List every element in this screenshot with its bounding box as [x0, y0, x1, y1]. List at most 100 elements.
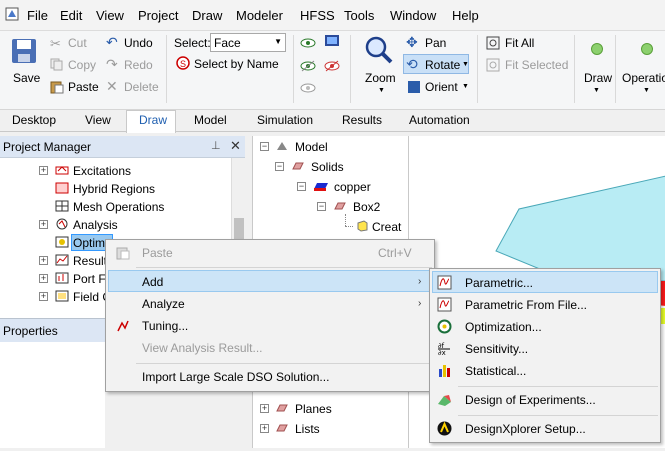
- menu-tools[interactable]: Tools: [344, 8, 374, 23]
- menu-item-paste[interactable]: Paste Ctrl+V: [108, 242, 432, 264]
- screen-icon[interactable]: [324, 34, 340, 50]
- menu-item-tuning[interactable]: Tuning...: [108, 315, 432, 337]
- eye-hide-icon[interactable]: [300, 59, 316, 73]
- rotate-button[interactable]: Rotate: [425, 58, 460, 72]
- expand-icon[interactable]: +: [39, 166, 48, 175]
- submenu-item-parametric-from-file-label: Parametric From File...: [465, 298, 588, 312]
- collapse-icon[interactable]: −: [260, 142, 269, 151]
- eye-show-icon[interactable]: [300, 36, 316, 50]
- tree-item-solids[interactable]: Solids: [311, 160, 344, 174]
- expand-icon[interactable]: +: [39, 256, 48, 265]
- tab-view[interactable]: View: [85, 113, 111, 127]
- pan-icon: ✥: [406, 34, 418, 50]
- menu-window[interactable]: Window: [390, 8, 436, 23]
- menu-item-view-analysis-result[interactable]: View Analysis Result...: [108, 337, 432, 359]
- tree-item-port-field[interactable]: Port Fi: [73, 272, 108, 286]
- zoom-icon[interactable]: [364, 35, 394, 65]
- menu-hfss[interactable]: HFSS: [300, 8, 335, 23]
- menu-modeler[interactable]: Modeler: [236, 8, 283, 23]
- fit-all-button[interactable]: Fit All: [505, 36, 534, 50]
- tree-item-analysis[interactable]: Analysis: [73, 218, 118, 232]
- pin-icon[interactable]: ⊥: [211, 139, 221, 152]
- collapse-icon[interactable]: −: [275, 162, 284, 171]
- collapse-icon[interactable]: −: [297, 182, 306, 191]
- ribbon-tabs: Desktop View Draw Model Simulation Resul…: [0, 110, 665, 133]
- redo-button[interactable]: Redo: [124, 58, 153, 72]
- tree-item-model[interactable]: Model: [295, 140, 328, 154]
- eye-hide-red-icon[interactable]: [324, 59, 340, 73]
- expand-icon[interactable]: +: [260, 424, 269, 433]
- copy-icon: [50, 58, 63, 71]
- save-icon[interactable]: [9, 36, 39, 66]
- collapse-icon[interactable]: −: [317, 202, 326, 211]
- menu-project[interactable]: Project: [138, 8, 178, 23]
- tree-item-box2[interactable]: Box2: [353, 200, 380, 214]
- menu-draw[interactable]: Draw: [192, 8, 222, 23]
- draw-icon[interactable]: [591, 43, 603, 55]
- tree-item-mesh-operations[interactable]: Mesh Operations: [73, 200, 164, 214]
- menu-item-import-dso[interactable]: Import Large Scale DSO Solution...: [108, 366, 432, 388]
- tab-desktop[interactable]: Desktop: [12, 113, 56, 127]
- tree-item-hybrid-regions[interactable]: Hybrid Regions: [73, 182, 155, 196]
- tree-item-excitations[interactable]: Excitations: [73, 164, 131, 178]
- tree-item-copper[interactable]: copper: [334, 180, 371, 194]
- paste-button[interactable]: Paste: [68, 80, 99, 94]
- eye-outline-icon[interactable]: [300, 81, 316, 95]
- tab-draw[interactable]: Draw: [139, 113, 167, 127]
- save-button[interactable]: Save: [13, 71, 40, 85]
- close-icon[interactable]: ✕: [230, 138, 241, 154]
- copy-button[interactable]: Copy: [68, 58, 96, 72]
- orient-button[interactable]: Orient: [425, 80, 458, 94]
- cut-button[interactable]: Cut: [68, 36, 87, 50]
- menu-item-view-analysis-result-label: View Analysis Result...: [142, 341, 263, 355]
- delete-button[interactable]: Delete: [124, 80, 159, 94]
- rotate-icon: ⟲: [406, 56, 418, 72]
- app-icon[interactable]: [5, 7, 19, 24]
- tree-item-lists[interactable]: Lists: [295, 422, 320, 436]
- submenu-item-optimization[interactable]: Optimization...: [432, 316, 658, 338]
- tree-item-create-box[interactable]: Creat: [372, 220, 401, 234]
- expand-icon[interactable]: +: [39, 292, 48, 301]
- submenu-item-parametric-from-file[interactable]: Parametric From File...: [432, 294, 658, 316]
- paste-icon: [116, 246, 130, 260]
- select-dropdown[interactable]: Face ▼: [210, 33, 286, 52]
- menu-view[interactable]: View: [96, 8, 124, 23]
- chevron-down-icon: ▼: [462, 61, 469, 68]
- submenu-item-designxplorer-setup[interactable]: DesignXplorer Setup...: [432, 418, 658, 440]
- menu-file[interactable]: File: [27, 8, 48, 23]
- tab-results[interactable]: Results: [342, 113, 382, 127]
- analysis-icon: [55, 218, 69, 230]
- menu-item-analyze[interactable]: Analyze ›: [108, 293, 432, 315]
- submenu-item-design-of-experiments[interactable]: Design of Experiments...: [432, 389, 658, 411]
- menu-item-add[interactable]: Add ›: [108, 270, 432, 292]
- expand-icon[interactable]: +: [39, 220, 48, 229]
- fit-selected-button[interactable]: Fit Selected: [505, 58, 568, 72]
- menu-help[interactable]: Help: [452, 8, 479, 23]
- operation-icon[interactable]: [641, 43, 653, 55]
- tree-item-results[interactable]: Result: [73, 254, 107, 268]
- tab-simulation[interactable]: Simulation: [257, 113, 313, 127]
- ribbon-separator: [574, 35, 575, 103]
- delete-icon: ✕: [106, 78, 118, 94]
- pan-button[interactable]: Pan: [425, 36, 446, 50]
- tree-item-planes[interactable]: Planes: [295, 402, 332, 416]
- menu-separator: [136, 363, 432, 364]
- submenu-item-sensitivity[interactable]: ∂f ∂x Sensitivity...: [432, 338, 658, 360]
- tab-automation[interactable]: Automation: [409, 113, 470, 127]
- menu-edit[interactable]: Edit: [60, 8, 82, 23]
- select-by-name-button[interactable]: Select by Name: [194, 57, 279, 71]
- submenu-item-statistical[interactable]: Statistical...: [432, 360, 658, 382]
- draw-button[interactable]: Draw: [584, 71, 612, 85]
- tab-model[interactable]: Model: [194, 113, 227, 127]
- expand-icon[interactable]: +: [260, 404, 269, 413]
- submenu-item-parametric[interactable]: Parametric...: [432, 271, 658, 293]
- sensitivity-icon: ∂f ∂x: [437, 341, 452, 357]
- expand-icon[interactable]: +: [39, 274, 48, 283]
- port-field-icon: [55, 272, 69, 284]
- ribbon: Save ✂ Cut Copy Paste ↶ Undo ↷ Redo ✕ De…: [0, 31, 665, 110]
- orient-icon: [407, 80, 421, 94]
- zoom-button[interactable]: Zoom: [365, 71, 396, 85]
- undo-button[interactable]: Undo: [124, 36, 153, 50]
- operation-button[interactable]: Operation: [622, 71, 665, 85]
- ribbon-separator: [350, 35, 351, 103]
